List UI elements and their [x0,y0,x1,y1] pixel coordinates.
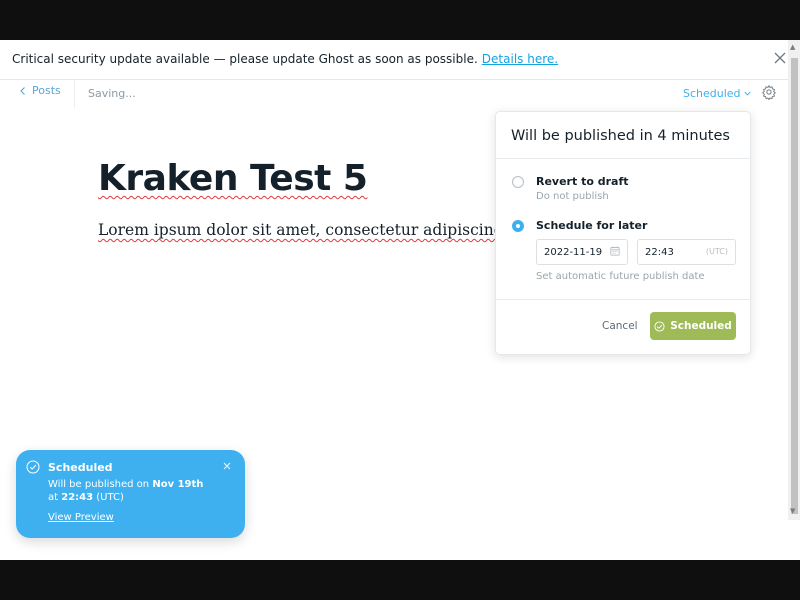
notification-title: Scheduled [48,461,113,474]
alert-text: Critical security update available — ple… [12,52,558,66]
revert-to-draft-radio[interactable] [512,176,524,188]
app-viewport: Critical security update available — ple… [0,40,800,560]
view-preview-link[interactable]: View Preview [48,512,114,523]
saving-status: Saving... [88,87,136,100]
notification-line-1: Will be published on Nov 19th [48,479,203,490]
revert-to-draft-description: Do not publish [536,191,609,202]
publish-date-value: 2022-11-19 [544,247,603,258]
scheduled-button-label: Scheduled [670,320,732,332]
chevron-left-icon [20,86,25,95]
revert-to-draft-label[interactable]: Revert to draft [536,175,629,188]
publish-time-input[interactable]: 22:43 (UTC) [637,239,736,265]
timezone-label: (UTC) [705,247,728,256]
cancel-button[interactable]: Cancel [602,320,638,332]
publish-menu-divider-bottom [496,299,750,300]
publish-status-dropdown[interactable]: Scheduled [683,87,752,100]
calendar-icon[interactable] [610,246,620,256]
post-body-editor[interactable]: Lorem ipsum dolor sit amet, consectetur … [98,221,539,239]
scheduled-button[interactable]: Scheduled [650,312,736,340]
scroll-up-arrow-icon[interactable]: ▲ [790,43,795,51]
browser-top-bar [0,0,800,40]
close-icon[interactable] [772,50,788,66]
schedule-hint: Set automatic future publish date [536,271,705,282]
status-label: Scheduled [683,87,741,100]
browser-bottom-bar [0,560,800,600]
alert-message: Critical security update available — ple… [12,52,478,66]
check-circle-icon [26,460,40,474]
publish-menu-title: Will be published in 4 minutes [511,128,730,144]
schedule-for-later-radio[interactable] [512,220,524,232]
scrollbar-thumb[interactable] [791,58,798,514]
notification-line-2: at 22:43 (UTC) [48,492,124,503]
chevron-down-icon [743,91,751,96]
editor-header: Posts Saving... Scheduled [0,80,788,108]
publish-menu-popover: Will be published in 4 minutes Revert to… [495,111,751,355]
notification-date: Nov 19th [152,479,204,490]
security-alert-banner: Critical security update available — ple… [0,40,800,80]
scroll-down-arrow-icon[interactable]: ▼ [790,507,795,515]
gear-icon[interactable] [761,84,777,100]
check-circle-icon [654,320,665,332]
notification-timezone: (UTC) [96,492,124,503]
publish-menu-divider-top [496,158,750,159]
alert-details-link[interactable]: Details here. [482,52,558,66]
back-label: Posts [32,84,61,97]
notification-time: 22:43 [61,492,94,503]
notification-prefix: Will be published on [48,479,150,490]
close-icon[interactable] [222,461,232,471]
publish-time-value: 22:43 [645,247,674,258]
post-title-input[interactable]: Kraken Test 5 [98,158,368,199]
schedule-for-later-label[interactable]: Schedule for later [536,219,647,232]
back-to-posts-link[interactable]: Posts [18,84,61,97]
notification-at: at [48,492,59,503]
header-divider [74,80,75,108]
scheduled-notification: Scheduled Will be published on Nov 19th … [16,450,245,538]
publish-date-input[interactable]: 2022-11-19 [536,239,628,265]
